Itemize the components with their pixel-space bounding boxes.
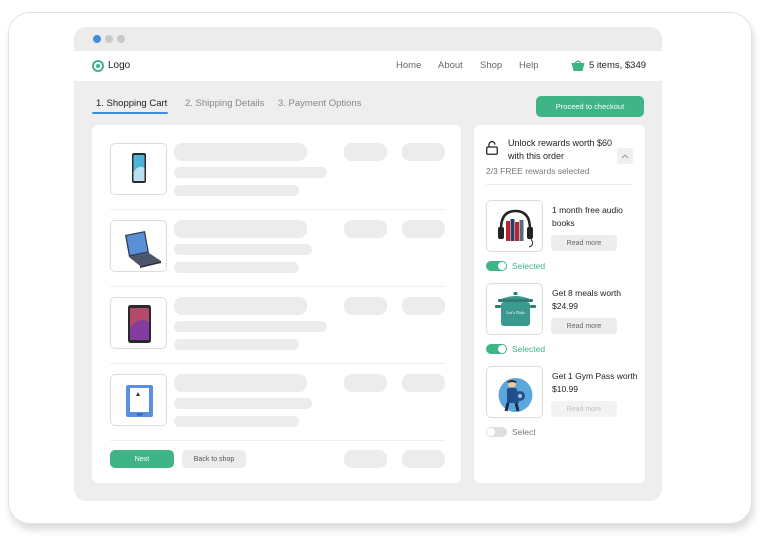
skeleton-title bbox=[174, 143, 307, 161]
window-dot-grey[interactable] bbox=[117, 35, 125, 43]
reward-title: Get 1 Gym Pass worth $10.99 bbox=[552, 371, 638, 394]
cart-panel: Next Back to shop bbox=[92, 125, 461, 483]
skeleton-line bbox=[174, 321, 327, 332]
cart-item-row bbox=[110, 364, 445, 441]
reward-title: Get 8 meals worth $24.99 bbox=[552, 288, 621, 311]
skeleton-subtotal bbox=[344, 450, 387, 468]
laptop-icon bbox=[125, 231, 161, 268]
toggle-label: Selected bbox=[512, 261, 546, 271]
skeleton-line bbox=[174, 167, 327, 178]
meal-pot-icon: Let's Dish bbox=[495, 292, 536, 326]
product-thumbnail[interactable] bbox=[110, 374, 167, 426]
skeleton-total bbox=[402, 450, 445, 468]
toggle-knob bbox=[487, 428, 495, 436]
basket-icon[interactable] bbox=[571, 60, 585, 72]
tab-shipping-details[interactable]: 2. Shipping Details bbox=[185, 98, 264, 109]
tablet-icon bbox=[128, 305, 151, 343]
skeleton-quantity bbox=[344, 297, 387, 315]
window-dot-grey[interactable] bbox=[105, 35, 113, 43]
cart-item-row bbox=[110, 210, 445, 287]
skeleton-quantity bbox=[344, 143, 387, 161]
reward-toggle[interactable] bbox=[486, 261, 507, 271]
skeleton-price bbox=[402, 143, 445, 161]
nav-about[interactable]: About bbox=[438, 60, 463, 71]
reward-thumbnail[interactable] bbox=[486, 200, 543, 252]
skeleton-quantity bbox=[344, 374, 387, 392]
reward-thumbnail[interactable] bbox=[486, 366, 543, 418]
rewards-progress: 2/3 FREE rewards selected bbox=[486, 166, 590, 176]
skeleton-price bbox=[402, 297, 445, 315]
cart-item-row bbox=[110, 287, 445, 364]
browser-window: Logo Home About Shop Help 5 items, $349 … bbox=[74, 27, 662, 501]
read-more-button[interactable]: Read more bbox=[551, 401, 617, 417]
audiobook-icon bbox=[498, 209, 534, 248]
nav-help[interactable]: Help bbox=[519, 60, 539, 71]
product-thumbnail[interactable] bbox=[110, 143, 167, 195]
reward-title: 1 month free audio books bbox=[552, 205, 623, 228]
pot-label: Let's Dish bbox=[506, 310, 525, 315]
skeleton-title bbox=[174, 297, 307, 315]
tab-payment-options[interactable]: 3. Payment Options bbox=[278, 98, 361, 109]
phone-icon bbox=[132, 153, 146, 183]
skeleton-price bbox=[402, 220, 445, 238]
skeleton-line bbox=[174, 398, 312, 409]
window-dot-blue[interactable] bbox=[93, 35, 101, 43]
gym-icon bbox=[498, 378, 533, 412]
read-more-button[interactable]: Read more bbox=[551, 318, 617, 334]
read-more-button[interactable]: Read more bbox=[551, 235, 617, 251]
divider bbox=[486, 184, 633, 185]
toggle-label: Select bbox=[512, 427, 536, 437]
cart-item-row bbox=[110, 133, 445, 210]
ereader-icon bbox=[126, 385, 153, 417]
cart-summary[interactable]: 5 items, $349 bbox=[589, 60, 646, 71]
window-titlebar bbox=[74, 27, 662, 51]
unlock-icon bbox=[486, 141, 498, 155]
skeleton-title bbox=[174, 374, 307, 392]
skeleton-line bbox=[174, 244, 312, 255]
tab-shopping-cart[interactable]: 1. Shopping Cart bbox=[96, 98, 167, 109]
skeleton-price bbox=[402, 374, 445, 392]
next-button[interactable]: Next bbox=[110, 450, 174, 468]
toggle-label: Selected bbox=[512, 344, 546, 354]
proceed-to-checkout-button[interactable]: Proceed to checkout bbox=[536, 96, 644, 117]
nav-home[interactable]: Home bbox=[396, 60, 421, 71]
logo-label[interactable]: Logo bbox=[108, 60, 130, 71]
skeleton-line bbox=[174, 185, 299, 196]
skeleton-title bbox=[174, 220, 307, 238]
skeleton-line bbox=[174, 416, 299, 427]
chevron-up-icon bbox=[621, 154, 629, 159]
collapse-button[interactable] bbox=[617, 148, 633, 164]
rewards-title: Unlock rewards worth $60 with this order bbox=[508, 138, 613, 161]
top-navbar: Logo Home About Shop Help 5 items, $349 bbox=[74, 51, 662, 81]
product-thumbnail[interactable] bbox=[110, 297, 167, 349]
active-tab-indicator bbox=[92, 112, 168, 114]
skeleton-line bbox=[174, 262, 299, 273]
logo-icon[interactable] bbox=[92, 60, 104, 72]
toggle-knob bbox=[498, 345, 506, 353]
reward-toggle[interactable] bbox=[486, 427, 507, 437]
nav-shop[interactable]: Shop bbox=[480, 60, 502, 71]
reward-toggle[interactable] bbox=[486, 344, 507, 354]
toggle-knob bbox=[498, 262, 506, 270]
reward-thumbnail[interactable]: Let's Dish bbox=[486, 283, 543, 335]
skeleton-quantity bbox=[344, 220, 387, 238]
skeleton-line bbox=[174, 339, 299, 350]
rewards-panel: Unlock rewards worth $60 with this order… bbox=[474, 125, 645, 483]
back-to-shop-button[interactable]: Back to shop bbox=[182, 450, 246, 468]
product-thumbnail[interactable] bbox=[110, 220, 167, 272]
